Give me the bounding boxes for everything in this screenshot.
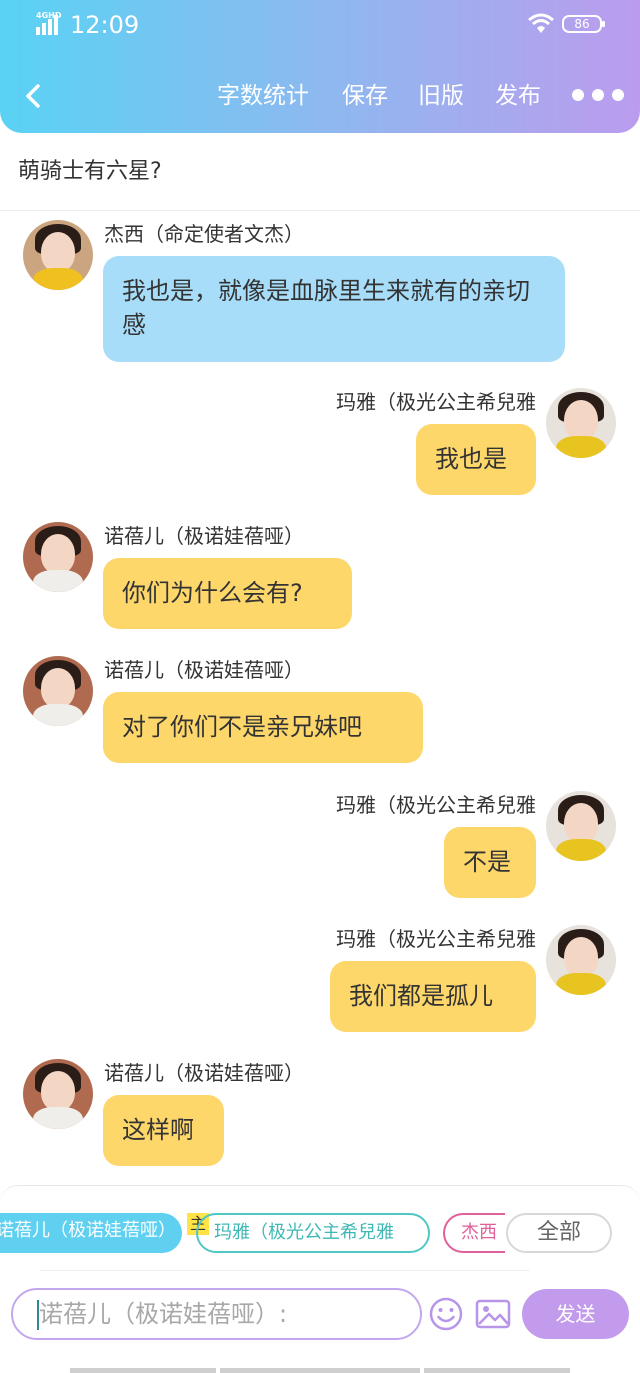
back-icon[interactable] — [18, 78, 50, 114]
avatar[interactable] — [23, 1059, 93, 1129]
battery-level: 86 — [574, 17, 590, 31]
nav-bar-segment — [424, 1368, 570, 1373]
role-chip-active[interactable]: 诺蓓儿（极诺娃蓓哑） — [0, 1213, 182, 1253]
more-icon[interactable] — [572, 84, 624, 108]
sender-name: 玛雅（极光公主希兒雅 — [336, 390, 536, 414]
emoji-icon[interactable] — [428, 1296, 464, 1332]
avatar[interactable] — [546, 791, 616, 861]
top-bar: 4GHD 12:09 86 字数统计 保存 旧版 发布 — [0, 0, 640, 133]
message-input[interactable]: 诺蓓儿（极诺娃蓓哑）: — [11, 1288, 422, 1340]
divider — [40, 1270, 530, 1271]
status-time: 12:09 — [70, 11, 140, 39]
avatar[interactable] — [546, 388, 616, 458]
message-bubble[interactable]: 你们为什么会有? — [103, 558, 352, 629]
divider — [0, 210, 640, 211]
sender-name: 玛雅（极光公主希兒雅 — [336, 793, 536, 817]
wifi-icon — [528, 13, 554, 33]
image-icon[interactable] — [475, 1299, 511, 1329]
role-chip-maya[interactable]: 玛雅（极光公主希兒雅 — [196, 1213, 430, 1253]
message-bubble[interactable]: 这样啊 — [103, 1095, 224, 1166]
sender-name: 玛雅（极光公主希兒雅 — [336, 927, 536, 951]
status-bar: 4GHD 12:09 86 — [0, 0, 640, 52]
composer-panel: 诺蓓儿（极诺娃蓓哑） 主 玛雅（极光公主希兒雅 杰西 全部 诺蓓儿（极诺娃蓓哑）… — [0, 1185, 640, 1373]
save-button[interactable]: 保存 — [342, 80, 388, 112]
sender-name: 杰西（命定使者文杰） — [104, 222, 304, 246]
message-bubble[interactable]: 我也是，就像是血脉里生来就有的亲切感 — [103, 256, 565, 362]
nav-bar-segment — [220, 1368, 420, 1373]
message-bubble[interactable]: 我也是 — [416, 424, 536, 495]
avatar[interactable] — [23, 656, 93, 726]
topic-title: 萌骑士有六星? — [18, 159, 162, 184]
nav-bar-segment — [70, 1368, 216, 1373]
sender-name: 诺蓓儿（极诺娃蓓哑） — [104, 658, 304, 682]
message-bubble[interactable]: 不是 — [444, 827, 536, 898]
word-count-button[interactable]: 字数统计 — [217, 80, 309, 112]
input-placeholder: 诺蓓儿（极诺娃蓓哑）: — [39, 1300, 288, 1328]
battery-icon: 86 — [562, 15, 605, 33]
avatar[interactable] — [23, 220, 93, 290]
message-bubble[interactable]: 我们都是孤儿 — [330, 961, 536, 1032]
sender-name: 诺蓓儿（极诺娃蓓哑） — [104, 1061, 304, 1085]
role-all-button[interactable]: 全部 — [506, 1213, 612, 1253]
sender-name: 诺蓓儿（极诺娃蓓哑） — [104, 524, 304, 548]
avatar[interactable] — [546, 925, 616, 995]
message-bubble[interactable]: 对了你们不是亲兄妹吧 — [103, 692, 423, 763]
avatar[interactable] — [23, 522, 93, 592]
role-chip-jesse[interactable]: 杰西 — [443, 1213, 505, 1253]
signal-icon: 4GHD — [36, 11, 64, 35]
publish-button[interactable]: 发布 — [495, 80, 541, 112]
old-version-button[interactable]: 旧版 — [418, 80, 464, 112]
send-button[interactable]: 发送 — [522, 1289, 629, 1339]
